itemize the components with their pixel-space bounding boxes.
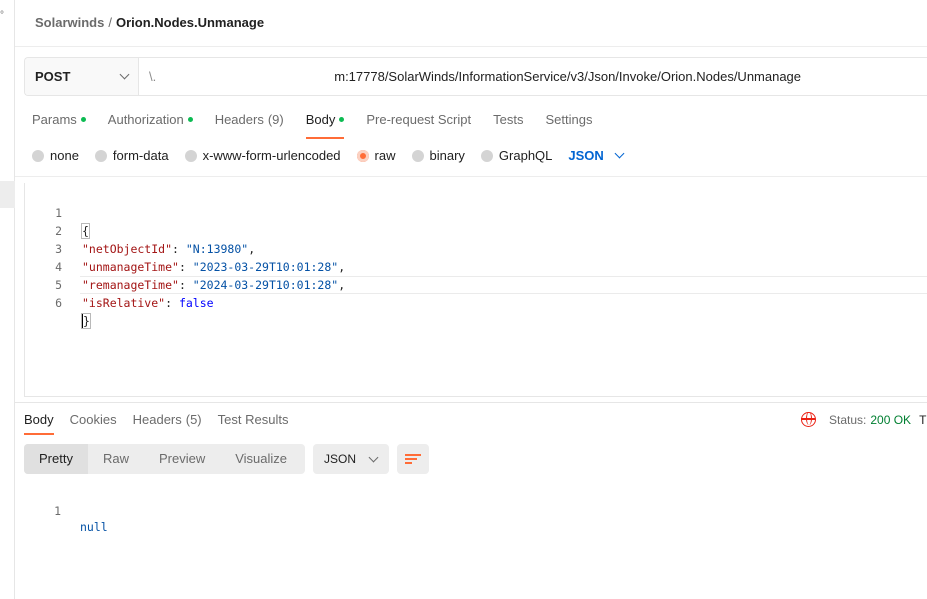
tab-authorization[interactable]: Authorization xyxy=(108,112,193,139)
tab-tests[interactable]: Tests xyxy=(493,112,523,139)
response-format-select[interactable]: JSON xyxy=(313,444,389,474)
chevron-down-icon xyxy=(614,148,625,159)
method-label: POST xyxy=(35,69,71,84)
response-view-modes: Pretty Raw Preview Visualize xyxy=(24,444,305,474)
rail-icon[interactable]: ° xyxy=(0,10,4,21)
radio-binary[interactable]: binary xyxy=(411,148,465,163)
radio-indicator-checked[interactable] xyxy=(356,149,369,162)
url-value: m:17778/SolarWinds/InformationService/v3… xyxy=(334,69,802,84)
status-label: Status: xyxy=(829,412,867,427)
response-body-line: 1 null xyxy=(24,487,108,534)
headers-count: (9) xyxy=(267,112,284,127)
response-tab-cookies[interactable]: Cookies xyxy=(70,412,117,435)
tab-body[interactable]: Body xyxy=(305,112,345,139)
body-divider xyxy=(15,176,927,177)
body-type-selector: none form-data x-www-form-urlencoded raw… xyxy=(32,148,625,163)
chevron-down-icon xyxy=(119,69,130,80)
response-tab-headers[interactable]: Headers (5) xyxy=(133,412,202,435)
radio-graphql[interactable]: GraphQL xyxy=(480,148,552,163)
radio-indicator[interactable] xyxy=(94,149,107,162)
view-pretty-button[interactable]: Pretty xyxy=(24,444,88,474)
code-line: 2 "netObjectId": "N:13980", xyxy=(25,204,927,256)
globe-error-icon[interactable] xyxy=(801,412,816,427)
code-line: 5 "isRelative": false xyxy=(25,258,927,310)
response-format-label: JSON xyxy=(324,452,357,466)
status-value[interactable]: 200 OK xyxy=(870,413,911,427)
code-line: 3 "unmanageTime": "2023-03-29T10:01:28", xyxy=(25,222,927,274)
response-divider xyxy=(15,402,927,403)
json-value: false xyxy=(178,296,214,310)
code-line: 6 } xyxy=(25,276,927,329)
wrap-lines-icon xyxy=(405,453,421,465)
body-format-select[interactable]: JSON xyxy=(568,148,625,163)
response-tab-test-results[interactable]: Test Results xyxy=(218,412,289,435)
radio-none[interactable]: none xyxy=(32,148,79,163)
line-number: 6 xyxy=(55,296,62,310)
radio-indicator[interactable] xyxy=(184,149,197,162)
view-raw-button[interactable]: Raw xyxy=(88,444,144,474)
header-divider xyxy=(15,46,927,47)
code-line: 4 "remanageTime": "2024-03-29T10:01:28", xyxy=(25,240,927,292)
wrap-lines-button[interactable] xyxy=(397,444,429,474)
radio-indicator[interactable] xyxy=(411,149,424,162)
response-tab-body[interactable]: Body xyxy=(24,412,54,435)
status-dot xyxy=(80,117,86,122)
response-tabs: Body Cookies Headers (5) Test Results xyxy=(24,412,304,435)
tab-pre-request-script[interactable]: Pre-request Script xyxy=(366,112,471,139)
chevron-down-icon xyxy=(368,452,379,462)
close-brace: } xyxy=(81,313,91,329)
view-visualize-button[interactable]: Visualize xyxy=(220,444,302,474)
response-content: null xyxy=(80,520,108,534)
radio-x-www-form-urlencoded[interactable]: x-www-form-urlencoded xyxy=(184,148,341,163)
breadcrumb-current[interactable]: Orion.Nodes.Unmanage xyxy=(116,15,264,30)
url-input[interactable]: \. m:17778/SolarWinds/InformationService… xyxy=(139,58,801,95)
radio-indicator[interactable] xyxy=(480,149,493,162)
radio-indicator[interactable] xyxy=(32,149,44,162)
status-dot xyxy=(187,117,193,122)
method-select[interactable]: POST xyxy=(25,58,139,95)
headers-count: (5) xyxy=(185,412,202,427)
request-body-editor[interactable]: 1 { 2 "netObjectId": "N:13980", 3 "unman… xyxy=(24,183,927,397)
request-url-bar: POST \. m:17778/SolarWinds/InformationSe… xyxy=(24,57,927,96)
code-line: 1 { xyxy=(25,186,927,239)
request-tabs: Params Authorization Headers (9) Body Pre… xyxy=(32,112,614,139)
url-redacted-region xyxy=(156,68,335,85)
status-dot xyxy=(339,117,345,122)
tab-params[interactable]: Params xyxy=(32,112,86,139)
status-more-text[interactable]: T xyxy=(919,413,926,427)
tab-headers[interactable]: Headers (9) xyxy=(215,112,284,139)
left-sidebar-rail: ° xyxy=(0,0,15,599)
radio-raw[interactable]: raw xyxy=(356,148,396,163)
breadcrumb-parent[interactable]: Solarwinds xyxy=(35,15,104,30)
view-preview-button[interactable]: Preview xyxy=(144,444,220,474)
line-number: 1 xyxy=(54,504,61,518)
response-status: Status: 200 OK T xyxy=(801,412,926,427)
tab-settings[interactable]: Settings xyxy=(545,112,592,139)
breadcrumb-separator: / xyxy=(108,15,112,30)
rail-active-item[interactable] xyxy=(0,181,15,208)
json-key: "isRelative" xyxy=(82,296,166,310)
url-prefix: \. xyxy=(149,69,157,84)
breadcrumb: Solarwinds / Orion.Nodes.Unmanage xyxy=(35,15,264,30)
radio-form-data[interactable]: form-data xyxy=(94,148,169,163)
